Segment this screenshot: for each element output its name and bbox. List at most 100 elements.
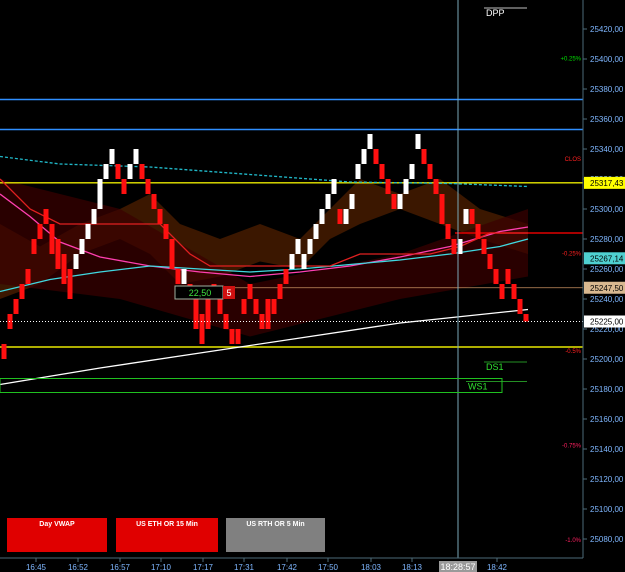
annotation-count: 5 (226, 288, 231, 298)
down-brick (13, 299, 19, 314)
down-brick (217, 299, 223, 314)
up-brick (343, 209, 349, 224)
percent-label: CLOS (565, 157, 581, 163)
down-brick (25, 269, 31, 284)
down-brick (391, 194, 397, 209)
up-brick (73, 254, 79, 269)
down-brick (193, 299, 199, 329)
down-brick (121, 179, 127, 194)
x-tick-label: 17:42 (277, 563, 298, 572)
down-brick (163, 224, 169, 239)
down-brick (49, 224, 55, 254)
y-tick-label: 25120,00 (590, 475, 624, 484)
down-brick (1, 344, 7, 359)
y-tick-label: 25300,00 (590, 205, 624, 214)
down-brick (67, 269, 73, 299)
x-tick-label: 17:17 (193, 563, 214, 572)
x-tick-label: 17:31 (234, 563, 255, 572)
up-brick (181, 269, 187, 284)
down-brick (481, 239, 487, 254)
down-brick (517, 299, 523, 314)
day-vwap-button[interactable]: Day VWAP (7, 518, 107, 552)
price-tags: 25317,43 25267,14 25247,50 25225,00 (584, 176, 625, 328)
y-tick-label: 25420,00 (590, 25, 624, 34)
up-brick (349, 194, 355, 209)
up-brick (85, 224, 91, 239)
y-tick-label: 25160,00 (590, 415, 624, 424)
y-tick-label: 25140,00 (590, 445, 624, 454)
y-tick-label: 25340,00 (590, 145, 624, 154)
down-brick (31, 239, 37, 254)
x-tick-label: 18:13 (402, 563, 423, 572)
up-brick (319, 209, 325, 224)
level-label: DS1 (486, 362, 504, 372)
up-brick (79, 239, 85, 254)
down-brick (271, 299, 277, 314)
y-tick-label: 25240,00 (590, 295, 624, 304)
up-brick (361, 149, 367, 164)
up-brick (295, 239, 301, 254)
down-brick (469, 209, 475, 224)
down-brick (145, 179, 151, 194)
up-brick (91, 209, 97, 224)
down-brick (19, 284, 25, 299)
down-brick (55, 239, 61, 269)
price-tag-label: 25267,14 (590, 254, 624, 263)
price-chart[interactable]: DPP DS1 WS1 +0.25% CLOS -0.25% -0.5% -0.75% -1.… (0, 0, 625, 572)
up-brick (301, 254, 307, 269)
down-brick (439, 194, 445, 224)
down-brick (199, 314, 205, 344)
up-brick (397, 194, 403, 209)
down-brick (421, 149, 427, 164)
up-brick (313, 224, 319, 239)
up-brick (109, 149, 115, 164)
down-brick (523, 314, 529, 322)
up-brick (97, 179, 103, 209)
x-tick-label: 17:10 (151, 563, 172, 572)
up-brick (331, 179, 337, 194)
down-brick (115, 164, 121, 179)
down-brick (265, 299, 271, 329)
cursor-time-label: 18:28:57 (440, 562, 475, 572)
up-brick (403, 179, 409, 194)
percent-label: -0.75% (562, 444, 582, 450)
down-brick (373, 149, 379, 164)
down-brick (427, 164, 433, 179)
y-tick-label: 25200,00 (590, 355, 624, 364)
percent-label: -0.25% (562, 252, 582, 258)
down-brick (247, 284, 253, 299)
up-brick (325, 194, 331, 209)
up-brick (127, 164, 133, 179)
up-brick (367, 134, 373, 149)
ichimoku-cloud (0, 179, 528, 337)
y-tick-label: 25400,00 (590, 55, 624, 64)
down-brick (451, 239, 457, 254)
up-brick (409, 164, 415, 179)
down-brick (379, 164, 385, 179)
down-brick (385, 179, 391, 194)
level-label: DPP (486, 8, 505, 18)
indicator-line (0, 155, 529, 188)
down-brick (229, 329, 235, 344)
down-brick (475, 224, 481, 239)
cursor-time-tag: 18:28:57 (439, 561, 477, 572)
us-eth-or-button[interactable]: US ETH OR 15 Min (116, 518, 218, 552)
down-brick (169, 239, 175, 269)
down-brick (499, 284, 505, 299)
ws1-box (0, 378, 503, 393)
percent-label: +0.25% (560, 57, 581, 63)
range-annotation: 22,50 5 (174, 285, 235, 300)
down-brick (151, 194, 157, 209)
down-brick (37, 224, 43, 239)
x-tick-label: 18:03 (361, 563, 382, 572)
up-brick (103, 164, 109, 179)
down-brick (277, 284, 283, 299)
up-brick (289, 254, 295, 269)
us-rth-or-button[interactable]: US RTH OR 5 Min (226, 518, 325, 552)
us-eth-or-button-label: US ETH OR 15 Min (136, 521, 198, 528)
price-tag-label: 25247,50 (590, 284, 624, 293)
down-brick (433, 179, 439, 194)
y-tick-label: 25380,00 (590, 85, 624, 94)
down-brick (337, 209, 343, 224)
level-label: WS1 (468, 382, 488, 392)
